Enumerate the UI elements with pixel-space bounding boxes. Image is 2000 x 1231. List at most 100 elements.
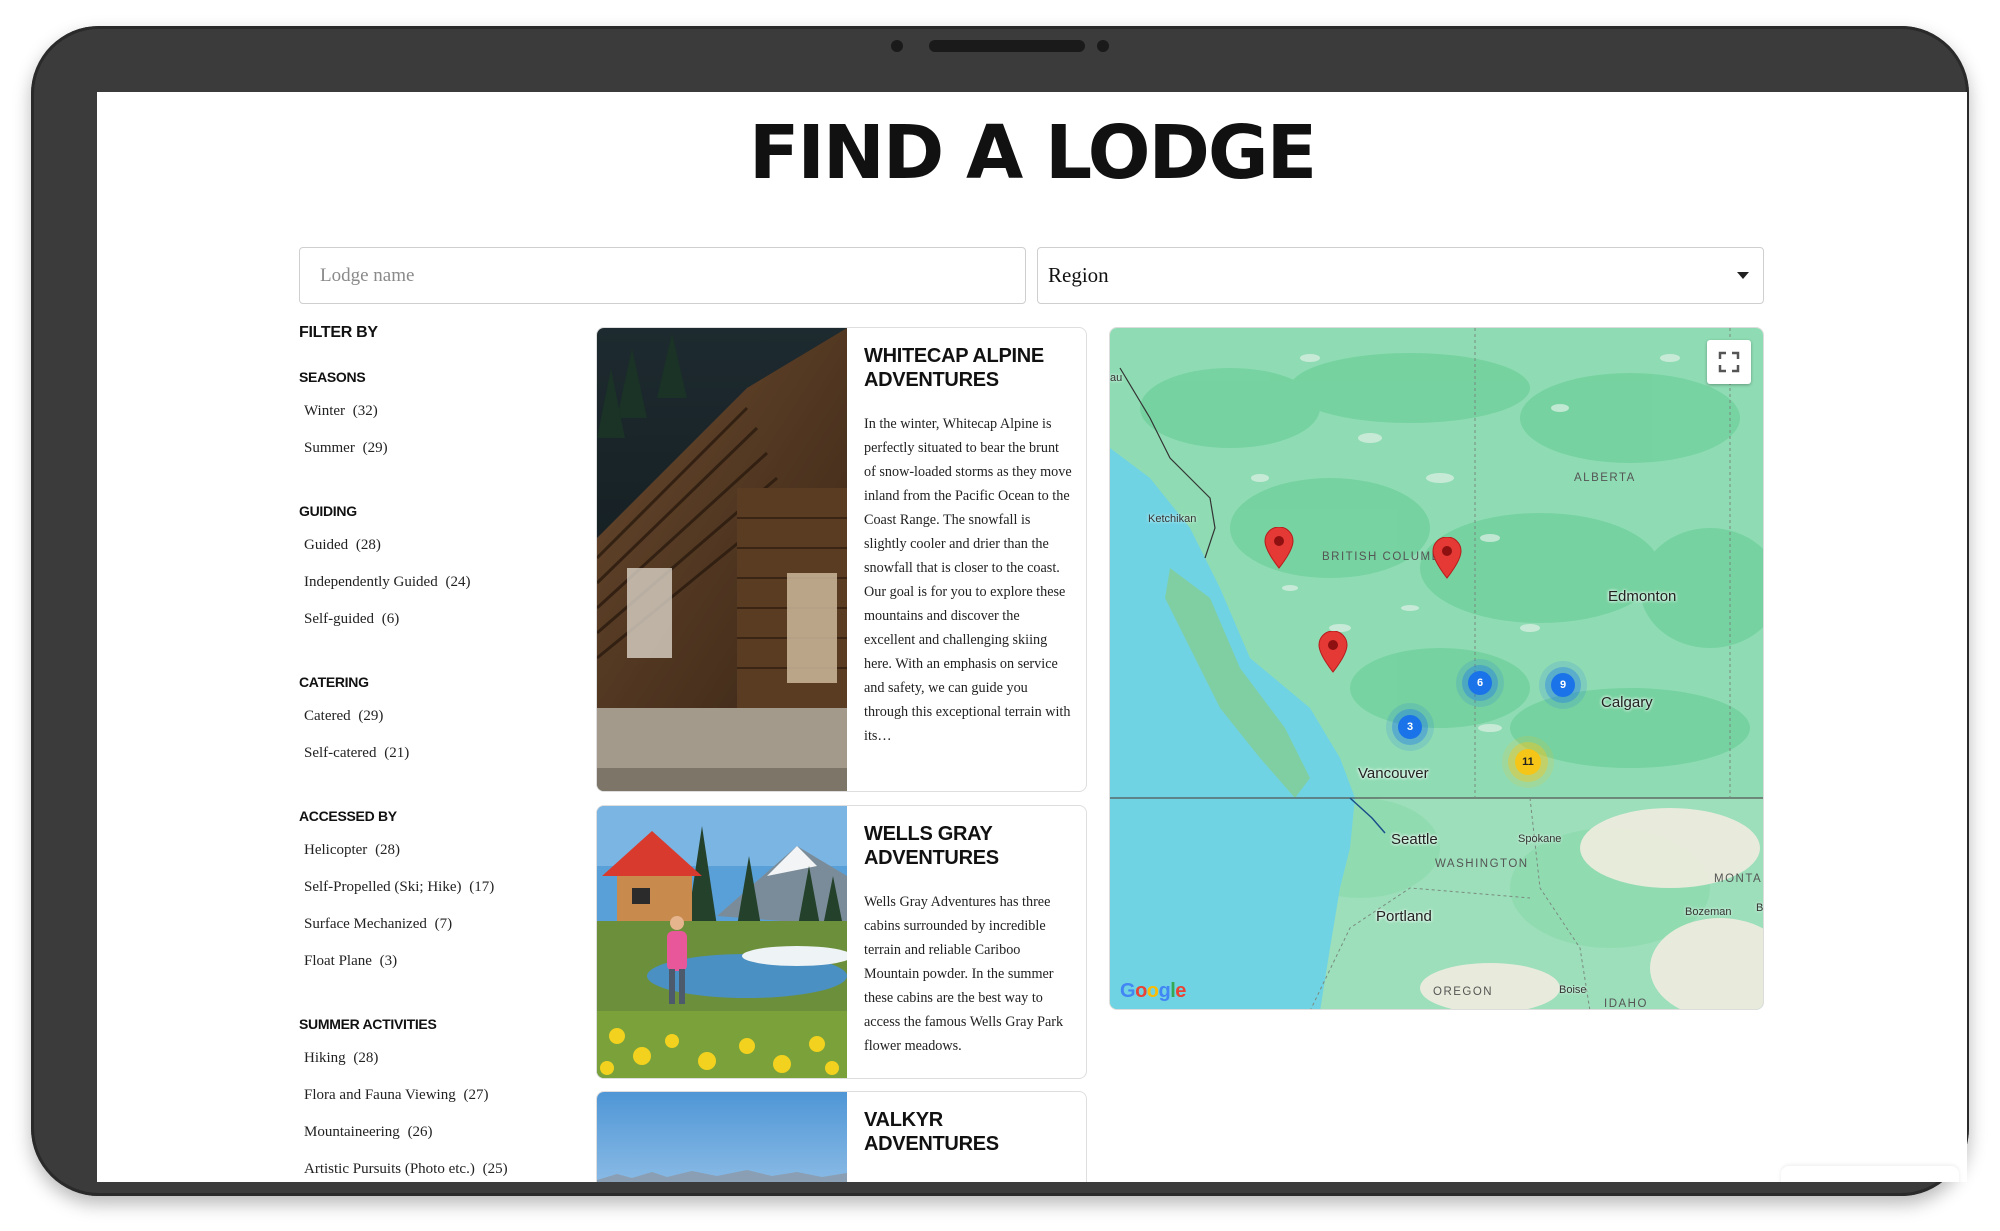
map-pin-icon[interactable] (1264, 527, 1294, 569)
map-label-washington: WASHINGTON (1435, 858, 1529, 870)
fullscreen-button[interactable] (1707, 340, 1751, 384)
filter-group-catering: CATERING (299, 674, 369, 690)
filter-option-label: Mountaineering (304, 1124, 400, 1140)
map-label-b: B (1756, 902, 1764, 914)
screen: FIND A LODGE Region FILTER BY SEASONS Wi… (97, 92, 1967, 1182)
filter-option-count: (27) (463, 1087, 489, 1103)
filter-option-self-catered[interactable]: Self-catered (21) (299, 735, 559, 772)
map-pin-icon[interactable] (1318, 631, 1348, 673)
filter-option-label: Winter (304, 403, 346, 419)
camera-dot (891, 40, 903, 52)
lodge-card-body: VALKYR ADVENTURES (847, 1092, 1086, 1182)
lodge-description: Wells Gray Adventures has three cabins s… (864, 894, 1064, 1054)
filter-option-catered[interactable]: Catered (29) (299, 698, 559, 735)
filter-option-count: (21) (384, 745, 410, 761)
lodge-card-body: WELLS GRAY ADVENTURES Wells Gray Adventu… (847, 806, 1086, 1078)
filter-option-flora-fauna[interactable]: Flora and Fauna Viewing (27) (299, 1077, 559, 1114)
region-select[interactable]: Region (1037, 247, 1764, 304)
page-title: FIND A LODGE (748, 110, 1317, 196)
fullscreen-icon (1718, 351, 1740, 373)
lodge-name[interactable]: VALKYR ADVENTURES (864, 1108, 1072, 1156)
filter-option-self-propelled[interactable]: Self-Propelled (Ski; Hike) (17) (299, 869, 559, 906)
filter-option-float-plane[interactable]: Float Plane (3) (299, 943, 559, 980)
filter-option-label: Float Plane (304, 953, 372, 969)
filter-option-count: (17) (469, 879, 495, 895)
tablet-frame: FIND A LODGE Region FILTER BY SEASONS Wi… (31, 26, 1969, 1196)
map-pin-icon[interactable] (1432, 537, 1462, 579)
lodge-map[interactable]: Ketchikan au BRITISH COLUMBIA ALBERTA Ed… (1109, 327, 1764, 1010)
filter-option-count: (29) (358, 708, 384, 724)
filter-option-label: Self-Propelled (Ski; Hike) (304, 879, 462, 895)
filter-option-helicopter[interactable]: Helicopter (28) (299, 832, 559, 869)
filter-option-guided[interactable]: Guided (28) (299, 527, 559, 564)
lodge-name[interactable]: WHITECAP ALPINE ADVENTURES (864, 344, 1072, 392)
map-label-bozeman: Bozeman (1685, 906, 1732, 918)
filter-option-surface-mechanized[interactable]: Surface Mechanized (7) (299, 906, 559, 943)
lodge-description: In the winter, Whitecap Alpine is perfec… (864, 416, 1072, 744)
filter-group-accessed-by: ACCESSED BY (299, 808, 397, 824)
map-cluster-marker[interactable]: 9 (1551, 673, 1575, 697)
filter-group-seasons: SEASONS (299, 369, 366, 385)
map-label-boise: Boise (1559, 984, 1587, 996)
filter-option-label: Summer (304, 440, 355, 456)
map-label-oregon: OREGON (1433, 986, 1494, 998)
filter-group-guiding: GUIDING (299, 503, 357, 519)
map-label-alberta: ALBERTA (1574, 472, 1636, 484)
region-select-value: Region (1048, 263, 1109, 287)
corner-widget[interactable] (1781, 1166, 1959, 1182)
filter-option-count: (32) (352, 403, 378, 419)
lodge-card-body: WHITECAP ALPINE ADVENTURES In the winter… (847, 328, 1086, 791)
map-label-au: au (1110, 372, 1123, 384)
filter-option-count: (24) (445, 574, 471, 590)
lodge-card[interactable]: VALKYR ADVENTURES (596, 1091, 1087, 1182)
filter-option-count: (28) (375, 842, 401, 858)
map-label-ketchikan: Ketchikan (1148, 513, 1197, 525)
filter-option-label: Helicopter (304, 842, 368, 858)
filter-option-winter[interactable]: Winter (32) (299, 393, 559, 430)
map-label-idaho: IDAHO (1604, 998, 1648, 1010)
filter-option-label: Surface Mechanized (304, 916, 427, 932)
filter-option-label: Self-guided (304, 611, 374, 627)
lodge-name[interactable]: WELLS GRAY ADVENTURES (864, 822, 1072, 870)
filter-option-count: (29) (362, 440, 388, 456)
filter-panel: FILTER BY SEASONS Winter (32) Summer (29… (299, 324, 559, 1182)
filter-option-count: (28) (355, 537, 381, 553)
map-label-vancouver: Vancouver (1358, 765, 1429, 782)
filter-option-self-guided[interactable]: Self-guided (6) (299, 601, 559, 638)
google-logo: Google (1120, 980, 1186, 1002)
filter-option-artistic-pursuits[interactable]: Artistic Pursuits (Photo etc.) (25) (299, 1151, 559, 1182)
map-label-edmonton: Edmonton (1608, 588, 1677, 605)
filter-option-label: Flora and Fauna Viewing (304, 1087, 456, 1103)
map-label-spokane: Spokane (1518, 833, 1562, 845)
map-cluster-marker[interactable]: 3 (1398, 715, 1422, 739)
lodge-card[interactable]: WHITECAP ALPINE ADVENTURES In the winter… (596, 327, 1087, 792)
lodge-name-input[interactable] (299, 247, 1026, 304)
lodge-photo-mountain-vista (597, 1092, 847, 1182)
filter-option-label: Hiking (304, 1050, 346, 1066)
lodge-photo-meadow-hiker (597, 806, 847, 1078)
filter-option-count: (3) (379, 953, 398, 969)
filter-option-label: Catered (304, 708, 351, 724)
map-cluster-marker[interactable]: 6 (1468, 671, 1492, 695)
filter-option-independently-guided[interactable]: Independently Guided (24) (299, 564, 559, 601)
filter-option-hiking[interactable]: Hiking (28) (299, 1040, 559, 1077)
filter-option-count: (26) (407, 1124, 433, 1140)
filter-option-label: Guided (304, 537, 349, 553)
filter-option-count: (28) (353, 1050, 379, 1066)
lodge-card[interactable]: WELLS GRAY ADVENTURES Wells Gray Adventu… (596, 805, 1087, 1079)
filter-option-mountaineering[interactable]: Mountaineering (26) (299, 1114, 559, 1151)
filter-option-label: Self-catered (304, 745, 377, 761)
map-cluster-marker[interactable]: 11 (1515, 749, 1541, 775)
filter-option-summer[interactable]: Summer (29) (299, 430, 559, 467)
lodge-photo-cabin-interior (597, 328, 847, 791)
filter-option-count: (7) (434, 916, 453, 932)
filter-group-summer-activities: SUMMER ACTIVITIES (299, 1016, 437, 1032)
filter-option-count: (25) (482, 1161, 508, 1177)
speaker-bar (929, 40, 1085, 52)
filter-option-label: Artistic Pursuits (Photo etc.) (304, 1161, 475, 1177)
map-label-portland: Portland (1376, 908, 1432, 925)
filter-option-label: Independently Guided (304, 574, 438, 590)
map-label-montana: MONTA (1714, 873, 1763, 885)
filter-title: FILTER BY (299, 324, 378, 341)
map-label-calgary: Calgary (1601, 694, 1653, 711)
